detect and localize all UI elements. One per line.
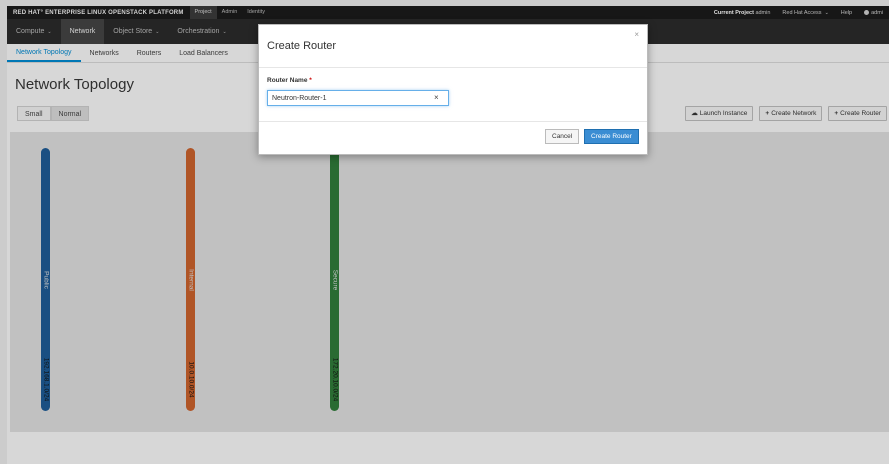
router-name-label: Router Name * [267, 77, 312, 84]
create-router-modal: Create Router × Router Name * × Cancel C… [258, 24, 648, 155]
nav-object-store[interactable]: Object Store ⌄ [104, 19, 168, 44]
brand-logo: RED HAT° ENTERPRISE LINUX OPENSTACK PLAT… [13, 9, 184, 16]
network-bar-secure[interactable]: Secure 172.20.10.0/24 [330, 148, 339, 411]
chevron-down-icon: ⌄ [47, 28, 52, 35]
nav-orchestration-label: Orchestration [177, 28, 220, 35]
tab-routers[interactable]: Routers [128, 44, 171, 62]
modal-footer: Cancel Create Router [259, 122, 647, 155]
launch-instance-button[interactable]: ☁ Launch Instance [685, 106, 754, 121]
tab-networks[interactable]: Networks [81, 44, 128, 62]
network-cidr: 172.20.10.0/24 [331, 357, 338, 402]
network-name: Public [42, 270, 49, 289]
topology-actions: ☁ Launch Instance + Create Network + Create… [685, 106, 887, 121]
red-hat-access-menu[interactable]: Red Hat Access ⌄ [776, 10, 834, 16]
plus-icon: + [834, 110, 839, 117]
nav-orchestration[interactable]: Orchestration ⌄ [168, 19, 235, 44]
network-bar-internal[interactable]: Internal 10.0.10.0/24 [186, 148, 195, 411]
create-router-button[interactable]: + Create Router [828, 106, 887, 121]
network-name: Internal [187, 268, 194, 291]
help-link[interactable]: Help [835, 10, 858, 16]
top-nav-project[interactable]: Project [189, 6, 217, 19]
modal-title: Create Router [267, 40, 337, 52]
user-icon [864, 9, 870, 15]
plus-icon: + [765, 110, 770, 117]
top-nav-identity[interactable]: Identity [242, 6, 270, 19]
size-small-button[interactable]: Small [17, 106, 51, 121]
current-project-name: admin [755, 9, 771, 16]
top-right-menu: Current Project admin Red Hat Access ⌄ He… [708, 6, 889, 19]
cloud-upload-icon: ☁ [691, 110, 698, 117]
topology-canvas[interactable]: Public 192.168.1.0/24 Internal 10.0.10.0… [10, 132, 889, 432]
cancel-button[interactable]: Cancel [545, 129, 580, 144]
network-cidr: 192.168.1.0/24 [42, 357, 49, 402]
network-name: Secure [331, 269, 338, 290]
create-router-submit-button[interactable]: Create Router [584, 129, 639, 144]
nav-object-store-label: Object Store [113, 28, 153, 35]
nav-network-label: Network [69, 28, 96, 35]
top-nav-admin[interactable]: Admin [217, 6, 243, 19]
masthead: RED HAT° ENTERPRISE LINUX OPENSTACK PLAT… [7, 6, 889, 19]
clear-icon[interactable]: × [434, 93, 439, 102]
current-project-prefix: Current Project [713, 9, 754, 16]
create-network-button[interactable]: + Create Network [759, 106, 823, 121]
nav-network[interactable]: Network [60, 19, 105, 44]
router-name-input[interactable] [267, 90, 449, 106]
tab-load-balancers[interactable]: Load Balancers [170, 44, 237, 62]
network-bar-public[interactable]: Public 192.168.1.0/24 [41, 148, 50, 411]
network-cidr: 10.0.10.0/24 [187, 361, 194, 398]
router-name-label-text: Router Name [267, 77, 308, 84]
launch-instance-label: Launch Instance [699, 110, 748, 117]
modal-body: Router Name * × [259, 68, 647, 122]
tab-network-topology[interactable]: Network Topology [7, 44, 81, 62]
red-hat-access-label: Red Hat Access [782, 9, 822, 16]
modal-header: Create Router × [259, 25, 647, 68]
size-normal-button[interactable]: Normal [50, 106, 90, 121]
size-toggle: Small Normal [17, 106, 90, 121]
top-nav: Project Admin Identity [189, 6, 270, 19]
required-marker: * [309, 77, 312, 84]
close-icon[interactable]: × [634, 30, 639, 39]
page-title: Network Topology [15, 76, 134, 93]
nav-compute-label: Compute [16, 28, 45, 35]
nav-compute[interactable]: Compute ⌄ [7, 19, 61, 44]
chevron-down-icon: ⌄ [222, 28, 227, 35]
chevron-down-icon: ⌄ [155, 28, 160, 35]
user-menu[interactable]: admi [858, 10, 889, 16]
user-name: admi [871, 9, 883, 16]
create-router-label: Create Router [840, 110, 881, 117]
current-project-menu[interactable]: Current Project admin [708, 10, 777, 16]
chevron-down-icon: ⌄ [824, 9, 829, 16]
create-network-label: Create Network [771, 110, 817, 117]
